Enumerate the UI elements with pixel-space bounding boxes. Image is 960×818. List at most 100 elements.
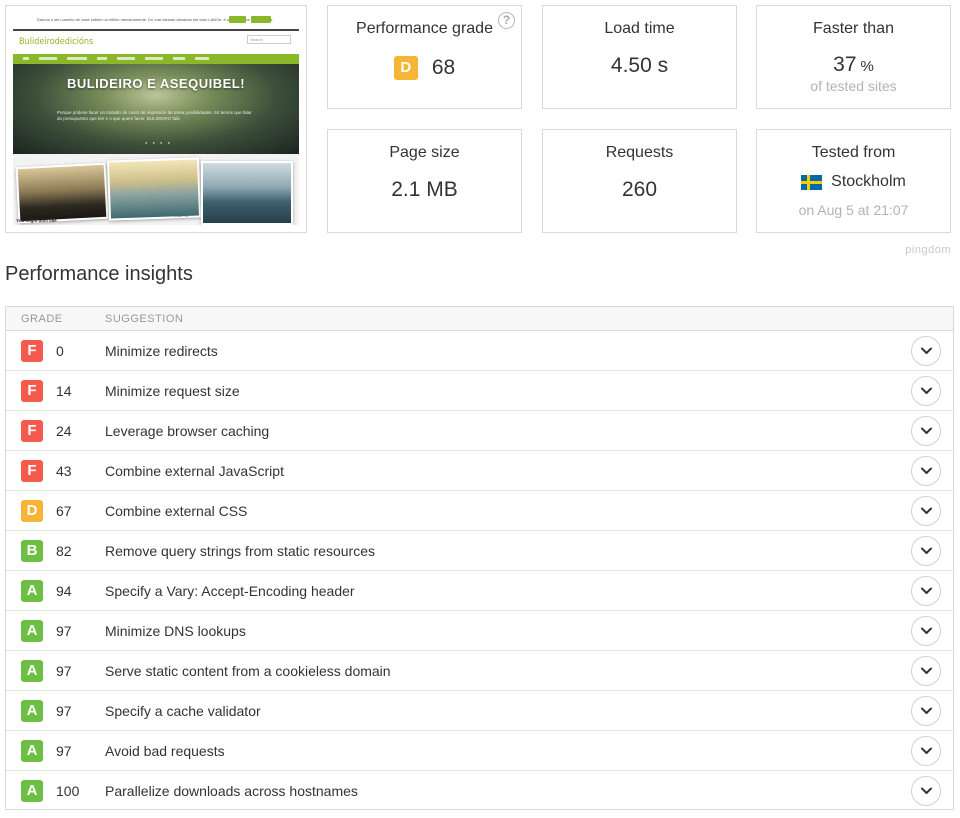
screenshot-top-button <box>229 16 246 23</box>
chevron-down-icon <box>921 587 932 594</box>
grade-badge: D <box>393 56 418 80</box>
table-row[interactable]: F 43 Combine external JavaScript <box>6 451 953 491</box>
card-title: Load time <box>604 20 675 37</box>
table-row[interactable]: A 97 Minimize DNS lookups <box>6 611 953 651</box>
table-body: F 0 Minimize redirects F 14 Minimize request … <box>6 331 953 811</box>
chevron-down-icon <box>921 667 932 674</box>
grade-badge: D <box>21 500 43 522</box>
chevron-down-icon <box>921 787 932 794</box>
screenshot-topbar: Damos o seu cambio de case sublim un mil… <box>13 13 299 31</box>
insights-table: GRADE SUGGESTION F 0 Minimize redirects F 14… <box>5 306 954 810</box>
column-header-grade: GRADE <box>21 313 63 325</box>
suggestion-text: Leverage browser caching <box>105 423 270 439</box>
card-title: Tested from <box>811 144 896 161</box>
grade-badge: A <box>21 580 43 602</box>
grade-badge: F <box>21 420 43 442</box>
expand-button[interactable] <box>911 576 941 606</box>
score: 14 <box>56 383 72 399</box>
screenshot-more-text: Visite 1/2 <box>174 214 189 218</box>
table-row[interactable]: F 24 Leverage browser caching <box>6 411 953 451</box>
table-header: GRADE SUGGESTION <box>6 307 953 331</box>
screenshot-search: Search <box>247 35 291 44</box>
suggestion-text: Serve static content from a cookieless d… <box>105 663 391 679</box>
location-name: Stockholm <box>831 173 906 190</box>
score: 43 <box>56 463 72 479</box>
load-time-card: Load time 4.50 s <box>542 5 737 109</box>
expand-button[interactable] <box>911 536 941 566</box>
score: 82 <box>56 543 72 559</box>
faster-than-subtitle: of tested sites <box>810 78 897 94</box>
suggestion-text: Parallelize downloads across hostnames <box>105 783 358 799</box>
screenshot-caption: You might also like <box>16 218 57 223</box>
chevron-down-icon <box>921 507 932 514</box>
expand-button[interactable] <box>911 616 941 646</box>
suggestion-text: Combine external JavaScript <box>105 463 284 479</box>
card-title: Page size <box>389 144 460 161</box>
grade-badge: A <box>21 660 43 682</box>
grade-badge: F <box>21 460 43 482</box>
score: 24 <box>56 423 72 439</box>
table-row[interactable]: F 0 Minimize redirects <box>6 331 953 371</box>
score: 100 <box>56 783 80 799</box>
chevron-down-icon <box>921 547 932 554</box>
suggestion-text: Combine external CSS <box>105 503 248 519</box>
card-title: Performance grade <box>356 20 493 37</box>
table-row[interactable]: B 82 Remove query strings from static reso… <box>6 531 953 571</box>
faster-than-value: 37% <box>757 53 950 77</box>
score: 97 <box>56 703 72 719</box>
screenshot-photo <box>15 162 109 224</box>
screenshot-hero: BULIDEIRO E ASEQUIBEL! Porque pódese fac… <box>13 64 299 154</box>
load-time-value: 4.50 s <box>610 54 669 77</box>
expand-button[interactable] <box>911 696 941 726</box>
suggestion-text: Avoid bad requests <box>105 743 225 759</box>
suggestion-text: Minimize request size <box>105 383 240 399</box>
tested-from-card: Tested from Stockholm on Aug 5 at 21:07 <box>756 129 951 233</box>
table-row[interactable]: A 97 Serve static content from a cookieles… <box>6 651 953 691</box>
requests-value: 260 <box>621 178 658 201</box>
table-row[interactable]: A 94 Specify a Vary: Accept-Encoding heade… <box>6 571 953 611</box>
screenshot-top-button <box>251 16 271 23</box>
score: 67 <box>56 503 72 519</box>
expand-button[interactable] <box>911 776 941 806</box>
table-row[interactable]: A 100 Parallelize downloads across hostnam… <box>6 771 953 811</box>
section-title: Performance insights <box>5 263 193 285</box>
screenshot-slider-dots: ● ● ● ● <box>145 140 172 145</box>
screenshot-canvas: Damos o seu cambio de case sublim un mil… <box>13 13 299 225</box>
expand-button[interactable] <box>911 376 941 406</box>
faster-than-number: 37 <box>833 53 857 76</box>
table-row[interactable]: F 14 Minimize request size <box>6 371 953 411</box>
percent-unit: % <box>860 58 874 75</box>
question-circle-icon[interactable]: ? <box>498 12 515 29</box>
grade-badge: A <box>21 620 43 642</box>
column-header-suggestion: SUGGESTION <box>105 313 184 325</box>
table-row[interactable]: D 67 Combine external CSS <box>6 491 953 531</box>
screenshot-photo <box>201 161 293 225</box>
score: 97 <box>56 623 72 639</box>
card-title: Requests <box>605 144 674 161</box>
faster-than-card: Faster than 37% of tested sites <box>756 5 951 109</box>
score: 97 <box>56 663 72 679</box>
card-title: Faster than <box>813 20 894 37</box>
suggestion-text: Minimize redirects <box>105 343 218 359</box>
table-row[interactable]: A 97 Avoid bad requests <box>6 731 953 771</box>
expand-button[interactable] <box>911 456 941 486</box>
chevron-down-icon <box>921 707 932 714</box>
expand-button[interactable] <box>911 416 941 446</box>
test-location: Stockholm <box>757 173 950 191</box>
screenshot-hero-text: Porque pódese facer un traballo de custo… <box>57 110 252 121</box>
screenshot-nav <box>13 54 299 64</box>
page-size-value: 2.1 MB <box>391 178 458 201</box>
expand-button[interactable] <box>911 496 941 526</box>
page-size-card: Page size 2.1 MB <box>327 129 522 233</box>
suggestion-text: Specify a Vary: Accept-Encoding header <box>105 583 355 599</box>
expand-button[interactable] <box>911 336 941 366</box>
score: 0 <box>56 343 64 359</box>
requests-card: Requests 260 <box>542 129 737 233</box>
grade-score: 68 <box>431 56 456 79</box>
table-row[interactable]: A 97 Specify a cache validator <box>6 691 953 731</box>
screenshot-site-name: Bulideirodedicións <box>19 37 94 47</box>
chevron-down-icon <box>921 627 932 634</box>
suggestion-text: Specify a cache validator <box>105 703 261 719</box>
expand-button[interactable] <box>911 656 941 686</box>
expand-button[interactable] <box>911 736 941 766</box>
